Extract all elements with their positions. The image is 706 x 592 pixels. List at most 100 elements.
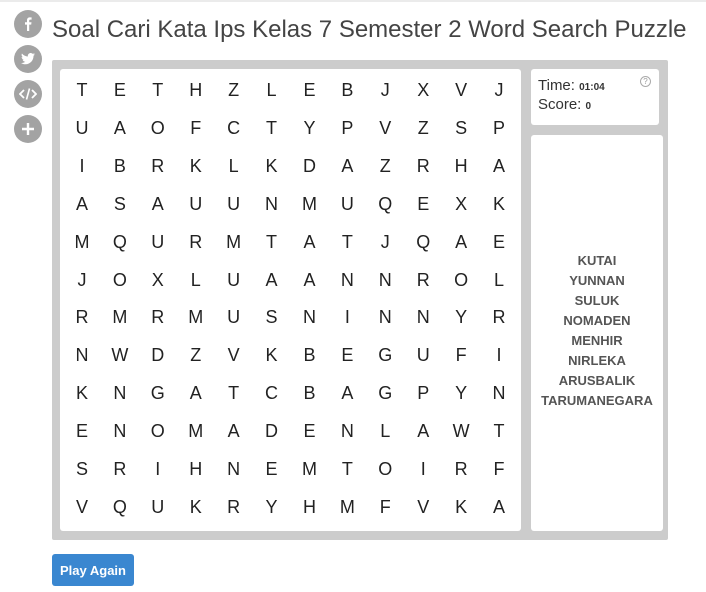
grid-cell[interactable]: M: [63, 223, 101, 261]
grid-cell[interactable]: R: [63, 299, 101, 337]
grid-cell[interactable]: N: [253, 185, 291, 223]
grid-cell[interactable]: O: [101, 261, 139, 299]
grid-cell[interactable]: J: [480, 72, 518, 110]
play-again-button[interactable]: Play Again: [52, 554, 134, 586]
grid-cell[interactable]: O: [139, 110, 177, 148]
grid-cell[interactable]: A: [328, 375, 366, 413]
grid-cell[interactable]: X: [442, 185, 480, 223]
grid-cell[interactable]: E: [480, 223, 518, 261]
grid-cell[interactable]: V: [366, 110, 404, 148]
grid-cell[interactable]: A: [177, 375, 215, 413]
grid-cell[interactable]: M: [177, 412, 215, 450]
grid-cell[interactable]: Y: [442, 375, 480, 413]
grid-cell[interactable]: U: [177, 185, 215, 223]
grid-cell[interactable]: K: [253, 337, 291, 375]
grid-cell[interactable]: M: [291, 450, 329, 488]
grid-cell[interactable]: P: [328, 110, 366, 148]
grid-cell[interactable]: Q: [366, 185, 404, 223]
grid-cell[interactable]: B: [291, 375, 329, 413]
grid-cell[interactable]: Q: [404, 223, 442, 261]
grid-cell[interactable]: B: [328, 72, 366, 110]
grid-cell[interactable]: N: [215, 450, 253, 488]
grid-cell[interactable]: K: [177, 488, 215, 526]
grid-cell[interactable]: S: [63, 450, 101, 488]
grid-cell[interactable]: T: [63, 72, 101, 110]
grid-cell[interactable]: A: [480, 488, 518, 526]
grid-cell[interactable]: R: [101, 450, 139, 488]
grid-cell[interactable]: Y: [291, 110, 329, 148]
grid-cell[interactable]: N: [366, 261, 404, 299]
grid-cell[interactable]: O: [442, 261, 480, 299]
grid-cell[interactable]: J: [63, 261, 101, 299]
grid-cell[interactable]: M: [177, 299, 215, 337]
grid-cell[interactable]: I: [139, 450, 177, 488]
grid-cell[interactable]: T: [328, 223, 366, 261]
grid-cell[interactable]: R: [404, 148, 442, 186]
grid-cell[interactable]: U: [139, 488, 177, 526]
grid-cell[interactable]: E: [63, 412, 101, 450]
grid-cell[interactable]: N: [63, 337, 101, 375]
grid-cell[interactable]: O: [366, 450, 404, 488]
grid-cell[interactable]: N: [480, 375, 518, 413]
grid-cell[interactable]: H: [177, 72, 215, 110]
grid-cell[interactable]: D: [253, 412, 291, 450]
grid-cell[interactable]: L: [215, 148, 253, 186]
grid-cell[interactable]: Y: [253, 488, 291, 526]
grid-cell[interactable]: E: [253, 450, 291, 488]
grid-cell[interactable]: K: [177, 148, 215, 186]
grid-cell[interactable]: C: [253, 375, 291, 413]
grid-cell[interactable]: R: [139, 148, 177, 186]
grid-cell[interactable]: Z: [404, 110, 442, 148]
grid-cell[interactable]: K: [253, 148, 291, 186]
grid-cell[interactable]: V: [215, 337, 253, 375]
grid-cell[interactable]: F: [442, 337, 480, 375]
grid-cell[interactable]: V: [63, 488, 101, 526]
grid-cell[interactable]: V: [404, 488, 442, 526]
grid-cell[interactable]: I: [328, 299, 366, 337]
grid-cell[interactable]: R: [177, 223, 215, 261]
more-share-button[interactable]: [14, 115, 42, 143]
grid-cell[interactable]: P: [404, 375, 442, 413]
grid-cell[interactable]: T: [215, 375, 253, 413]
grid-cell[interactable]: Z: [366, 148, 404, 186]
grid-cell[interactable]: P: [480, 110, 518, 148]
grid-cell[interactable]: X: [404, 72, 442, 110]
grid-cell[interactable]: B: [291, 337, 329, 375]
grid-cell[interactable]: N: [328, 412, 366, 450]
grid-cell[interactable]: U: [404, 337, 442, 375]
grid-cell[interactable]: T: [328, 450, 366, 488]
grid-cell[interactable]: R: [404, 261, 442, 299]
grid-cell[interactable]: E: [291, 412, 329, 450]
grid-cell[interactable]: N: [101, 375, 139, 413]
embed-button[interactable]: [14, 80, 42, 108]
grid-cell[interactable]: S: [253, 299, 291, 337]
grid-cell[interactable]: U: [328, 185, 366, 223]
grid-cell[interactable]: G: [366, 337, 404, 375]
grid-cell[interactable]: A: [291, 261, 329, 299]
grid-cell[interactable]: I: [480, 337, 518, 375]
grid-cell[interactable]: V: [442, 72, 480, 110]
grid-cell[interactable]: H: [177, 450, 215, 488]
grid-cell[interactable]: N: [328, 261, 366, 299]
grid-cell[interactable]: A: [328, 148, 366, 186]
grid-cell[interactable]: A: [139, 185, 177, 223]
grid-cell[interactable]: B: [101, 148, 139, 186]
grid-cell[interactable]: Z: [215, 72, 253, 110]
grid-cell[interactable]: M: [328, 488, 366, 526]
facebook-share-button[interactable]: [14, 10, 42, 38]
grid-cell[interactable]: L: [253, 72, 291, 110]
grid-cell[interactable]: X: [139, 261, 177, 299]
grid-cell[interactable]: U: [63, 110, 101, 148]
grid-cell[interactable]: F: [177, 110, 215, 148]
grid-cell[interactable]: A: [101, 110, 139, 148]
grid-cell[interactable]: F: [480, 450, 518, 488]
grid-cell[interactable]: R: [139, 299, 177, 337]
grid-cell[interactable]: Y: [442, 299, 480, 337]
grid-cell[interactable]: T: [480, 412, 518, 450]
grid-cell[interactable]: U: [215, 185, 253, 223]
grid-cell[interactable]: U: [215, 299, 253, 337]
grid-cell[interactable]: M: [101, 299, 139, 337]
grid-cell[interactable]: H: [291, 488, 329, 526]
grid-cell[interactable]: D: [139, 337, 177, 375]
grid-cell[interactable]: I: [404, 450, 442, 488]
